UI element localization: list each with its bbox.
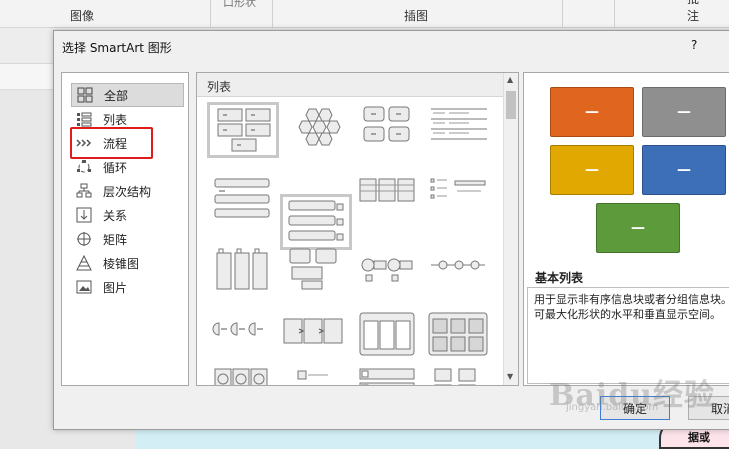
preview-shape-orange: — (550, 87, 634, 137)
layout-thumb-hexagon-cluster[interactable] (289, 105, 355, 157)
picture-icon (76, 279, 92, 295)
layout-thumb-stacked-list[interactable] (280, 194, 352, 250)
ribbon-group-label: 图像 (70, 9, 95, 23)
category-label: 列表 (103, 112, 128, 127)
category-label: 矩阵 (103, 232, 128, 247)
layout-thumb-circle-arrow[interactable] (209, 365, 275, 385)
all-grid-icon (77, 87, 93, 103)
layout-gallery: 列表 ▲ ▼ (196, 72, 519, 386)
category-label: 关系 (103, 208, 128, 223)
ribbon-group-comment: 批注 (615, 0, 699, 28)
category-item-picture[interactable]: 图片 (71, 275, 184, 299)
layout-thumb-small-boxes[interactable] (280, 365, 346, 385)
document-area (135, 428, 695, 449)
ribbon-group-shapes: 口形状 (211, 0, 273, 28)
ribbon-group-label: 插图 (404, 9, 429, 23)
relationship-icon (76, 207, 92, 223)
category-label: 循环 (103, 160, 128, 175)
layout-thumb-basic-block-list[interactable] (207, 102, 279, 158)
ribbon: 图像 口形状 插图 批注 (0, 0, 729, 28)
preview-shape-blue: — (642, 145, 726, 195)
hierarchy-icon (76, 183, 92, 199)
dialog-title: 选择 SmartArt 图形 (62, 41, 172, 55)
preview-panel: — — — — — 基本列表 用于显示非有序信息块或者分组信息块。可最大化形状的… (523, 72, 729, 386)
category-label: 层次结构 (103, 184, 152, 199)
gallery-scrollbar[interactable]: ▲ ▼ (503, 73, 518, 385)
preview-shape-text: — (677, 162, 691, 178)
category-item-relationship[interactable]: 关系 (71, 203, 184, 227)
preview-shape-yellow: — (550, 145, 634, 195)
ribbon-group-label: 批注 (687, 0, 700, 23)
layout-thumb-circle-process[interactable] (354, 245, 420, 297)
layout-thumb-bracket-list[interactable] (354, 309, 420, 361)
watermark-url: jingyan.baidu.com (566, 402, 659, 413)
layout-thumb-horizontal-bullet[interactable] (425, 169, 491, 221)
category-item-matrix[interactable]: 矩阵 (71, 227, 184, 251)
layout-thumb-vertical-boxes[interactable] (209, 245, 275, 297)
preview-shape-green: — (596, 203, 680, 253)
category-item-hierarchy[interactable]: 层次结构 (71, 179, 184, 203)
ribbon-ghost-label: 口形状 (223, 0, 256, 9)
category-list: 全部 列表 流程 循环 层次结构 关系 矩阵 棱锥图 图片 (61, 72, 189, 386)
category-item-pyramid[interactable]: 棱锥图 (71, 251, 184, 275)
preview-shape-text: — (677, 104, 691, 120)
layout-thumb-lined-list[interactable] (425, 105, 491, 157)
ribbon-group-misc (563, 0, 615, 28)
preview-shape-gray: — (642, 87, 726, 137)
preview-shape-text: — (585, 104, 599, 120)
preview-layout-name: 基本列表 (535, 271, 584, 285)
layout-thumb-vertical-bullet[interactable] (209, 173, 275, 225)
category-item-all[interactable]: 全部 (71, 83, 184, 107)
preview-shape-text: — (631, 220, 645, 236)
layout-thumb-picture-caption[interactable] (280, 245, 346, 297)
layout-thumb-half-circle[interactable] (209, 309, 275, 361)
category-label: 图片 (103, 280, 128, 295)
gallery-header: 列表 (197, 73, 505, 97)
layout-thumb-dot-line[interactable] (425, 245, 491, 297)
gallery-header-label: 列表 (207, 80, 232, 94)
pyramid-icon (76, 255, 92, 271)
ribbon-group-image: 图像 (0, 0, 211, 28)
scroll-up-icon[interactable]: ▲ (507, 75, 513, 84)
layout-thumb-table-list[interactable] (354, 169, 420, 221)
ribbon-group-illustration: 插图 (273, 0, 563, 28)
scroll-thumb[interactable] (506, 91, 516, 119)
matrix-icon (76, 231, 92, 247)
layout-thumb-block-rows[interactable] (354, 365, 420, 385)
cycle-icon (76, 159, 92, 175)
category-label: 全部 (104, 88, 129, 103)
layout-thumb-box-list[interactable] (425, 365, 491, 385)
highlight-annotation (70, 127, 153, 159)
scroll-down-icon[interactable]: ▼ (507, 372, 513, 381)
layout-thumb-chevron-blocks[interactable] (280, 309, 346, 361)
layout-thumb-rounded-grid[interactable] (354, 105, 420, 157)
preview-shape-text: — (585, 162, 599, 178)
category-label: 棱锥图 (103, 256, 140, 271)
layout-thumb-grid-blocks[interactable] (425, 309, 491, 361)
help-button[interactable]: ? (691, 38, 697, 52)
list-icon (76, 111, 92, 127)
